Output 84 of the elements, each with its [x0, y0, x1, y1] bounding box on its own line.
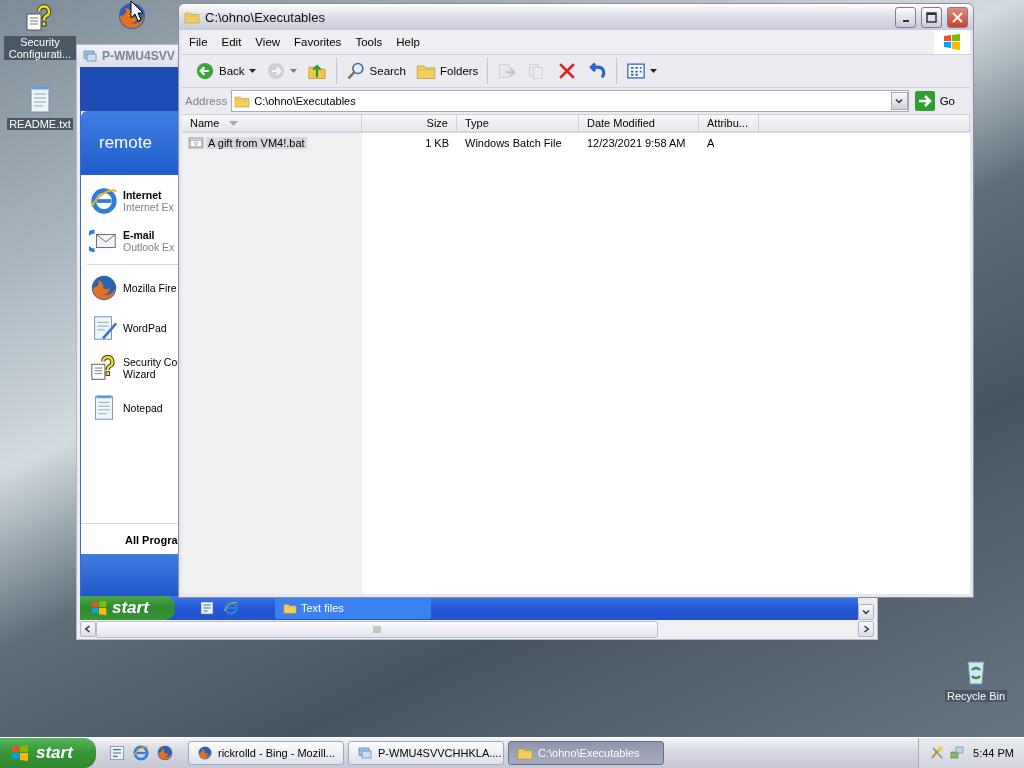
- column-header[interactable]: Date Modified: [579, 115, 699, 133]
- scroll-left-button[interactable]: [80, 620, 96, 637]
- table-cell-text: A: [706, 135, 716, 151]
- start-menu-item[interactable]: Notepad: [81, 388, 180, 428]
- quick-launch-button[interactable]: [156, 744, 174, 762]
- quick-launch-button[interactable]: [108, 744, 126, 762]
- taskbar-button[interactable]: rickrolld - Bing - Mozill...: [188, 741, 344, 765]
- dropdown-button[interactable]: [890, 92, 908, 110]
- minimize-button[interactable]: [895, 6, 916, 28]
- windows-flag-icon: [10, 743, 30, 763]
- move-to-icon: [497, 61, 518, 81]
- scroll-thumb[interactable]: [96, 621, 658, 638]
- clock: 5:44 PM: [973, 747, 1014, 759]
- window-title: P-WMU4SVV: [102, 49, 175, 63]
- menu-item[interactable]: Help: [389, 36, 427, 48]
- menu-item[interactable]: Favorites: [287, 36, 349, 48]
- start-menu-item[interactable]: WordPad: [81, 308, 180, 348]
- user-name: remote: [99, 133, 152, 153]
- menu-item[interactable]: File: [182, 36, 215, 48]
- desktop-icon: [199, 600, 215, 616]
- mouse-pointer-icon: [130, 0, 144, 22]
- menu-item[interactable]: Edit: [214, 36, 249, 48]
- quick-launch-button[interactable]: [132, 744, 150, 762]
- start-menu-item[interactable]: E-mail Outlook Ex: [81, 221, 180, 261]
- folders-button[interactable]: Folders: [412, 58, 483, 84]
- menu-item[interactable]: Tools: [348, 36, 390, 48]
- browser-globe-icon: [156, 744, 174, 762]
- address-field[interactable]: C:\ohno\Executables: [231, 90, 909, 112]
- tray-app-icon: [929, 745, 945, 761]
- column-header[interactable]: Type: [457, 115, 579, 133]
- window-title: C:\ohno\Executables: [205, 9, 326, 25]
- browser-e-icon: [132, 744, 150, 762]
- start-menu-item[interactable]: Mozilla Fire: [81, 268, 180, 308]
- column-header[interactable]: Size: [362, 115, 457, 133]
- address-label: Address: [185, 95, 228, 107]
- start-menu-item[interactable]: Internet Internet Ex: [81, 181, 180, 221]
- minimize-icon: [902, 20, 909, 22]
- close-button[interactable]: [947, 6, 968, 28]
- windows-flag-icon: [90, 599, 108, 617]
- browser-e-icon: [89, 186, 119, 216]
- grid-view-icon: [626, 61, 647, 81]
- search-icon: [345, 61, 366, 81]
- desktop-icon-label[interactable]: Recycle Bin: [944, 690, 1008, 702]
- network-icon: [949, 745, 965, 761]
- folder-icon: [283, 601, 297, 615]
- caret-icon: [248, 69, 256, 73]
- caret-icon: [289, 69, 297, 73]
- browser-globe-icon: [89, 273, 119, 303]
- close-icon: [952, 11, 963, 23]
- column-header[interactable]: Name: [182, 115, 362, 133]
- remote-computer-icon: [357, 745, 373, 761]
- start-button[interactable]: start: [80, 596, 175, 620]
- scroll-right-button[interactable]: [858, 620, 874, 637]
- table-cell-text: 1 KB: [424, 135, 450, 151]
- taskbar-button[interactable]: P-WMU4SVVCHHKLA....: [348, 741, 504, 765]
- windows-flag-icon: [942, 32, 962, 52]
- table-cell-text: 12/23/2021 9:58 AM: [586, 135, 687, 151]
- start-menu-item[interactable]: Security Co Wizard: [81, 348, 180, 388]
- table-cell-text: Windows Batch File: [464, 135, 563, 151]
- back-button[interactable]: Back: [191, 58, 260, 84]
- maximize-button[interactable]: [921, 6, 942, 28]
- go-button[interactable]: Go: [912, 91, 967, 111]
- menu-item[interactable]: View: [248, 36, 288, 48]
- start-button[interactable]: start: [0, 738, 96, 768]
- undo-icon: [587, 61, 608, 81]
- folder-icon: [184, 9, 200, 25]
- browser-e-icon: [223, 600, 239, 616]
- file-name[interactable]: A gift from VM4!.bat: [206, 136, 307, 149]
- taskbar-button[interactable]: Text files: [275, 597, 431, 619]
- folder-icon: [234, 93, 251, 109]
- sort-arrow-icon: [229, 120, 239, 126]
- caret-icon: [650, 69, 658, 73]
- browser-globe-icon: [197, 745, 213, 761]
- folder-icon: [517, 745, 533, 761]
- column-header[interactable]: Attribu...: [699, 115, 759, 133]
- arrow-icon: [914, 91, 935, 111]
- maximize-icon: [926, 11, 937, 23]
- scroll-down-button[interactable]: [858, 604, 874, 620]
- search-button[interactable]: Search: [341, 58, 410, 84]
- desktop-icon: [108, 744, 126, 762]
- remote-computer-icon: [82, 48, 98, 64]
- desktop-icon-label[interactable]: README.txt: [7, 118, 73, 130]
- batch-file-icon: [188, 134, 204, 151]
- desktop-icon-label[interactable]: Security Configurati...: [4, 36, 76, 60]
